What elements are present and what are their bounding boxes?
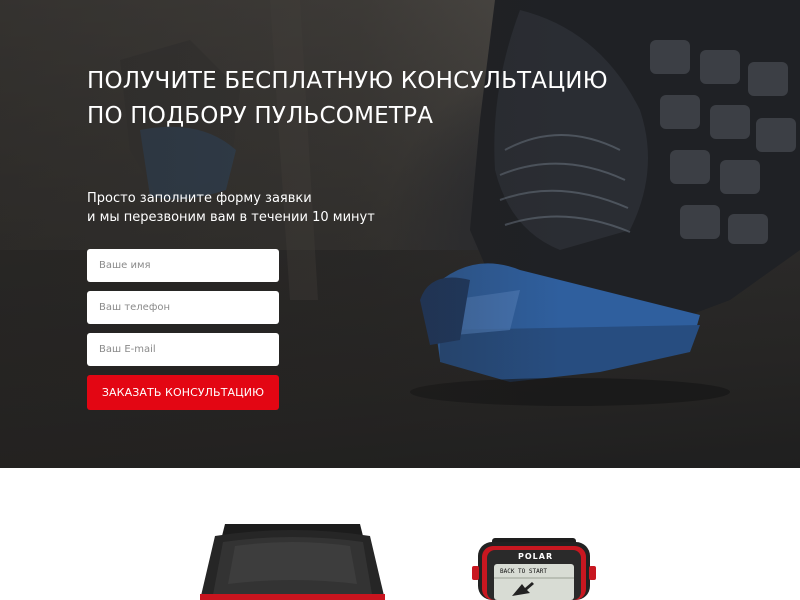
name-input[interactable] bbox=[87, 249, 279, 282]
phone-input[interactable] bbox=[87, 291, 279, 324]
hero-section: ПОЛУЧИТЕ БЕСПЛАТНУЮ КОНСУЛЬТАЦИЮ ПО ПОДБ… bbox=[0, 0, 800, 468]
heart-rate-watch-image-1 bbox=[200, 524, 385, 600]
hero-title: ПОЛУЧИТЕ БЕСПЛАТНУЮ КОНСУЛЬТАЦИЮ ПО ПОДБ… bbox=[87, 64, 627, 134]
hero-title-line-1: ПОЛУЧИТЕ БЕСПЛАТНУЮ КОНСУЛЬТАЦИЮ bbox=[87, 68, 608, 94]
email-input[interactable] bbox=[87, 333, 279, 366]
product-watch-1[interactable] bbox=[185, 524, 400, 600]
watch-brand-label: POLAR bbox=[518, 552, 554, 561]
watch-screen-text: BACK TO START bbox=[500, 568, 547, 575]
hero-subtitle-line-1: Просто заполните форму заявки bbox=[87, 191, 312, 206]
order-consultation-button[interactable]: ЗАКАЗАТЬ КОНСУЛЬТАЦИЮ bbox=[87, 375, 279, 410]
consultation-form: ЗАКАЗАТЬ КОНСУЛЬТАЦИЮ bbox=[87, 249, 279, 410]
products-section: POLAR BACK TO START bbox=[0, 468, 800, 600]
product-watch-2[interactable]: POLAR BACK TO START bbox=[470, 538, 598, 600]
hero-subtitle-line-2: и мы перезвоним вам в течении 10 минут bbox=[87, 210, 375, 225]
hero-subtitle: Просто заполните форму заявки и мы перез… bbox=[87, 189, 447, 227]
hero-title-line-2: ПО ПОДБОРУ ПУЛЬСОМЕТРА bbox=[87, 103, 434, 129]
